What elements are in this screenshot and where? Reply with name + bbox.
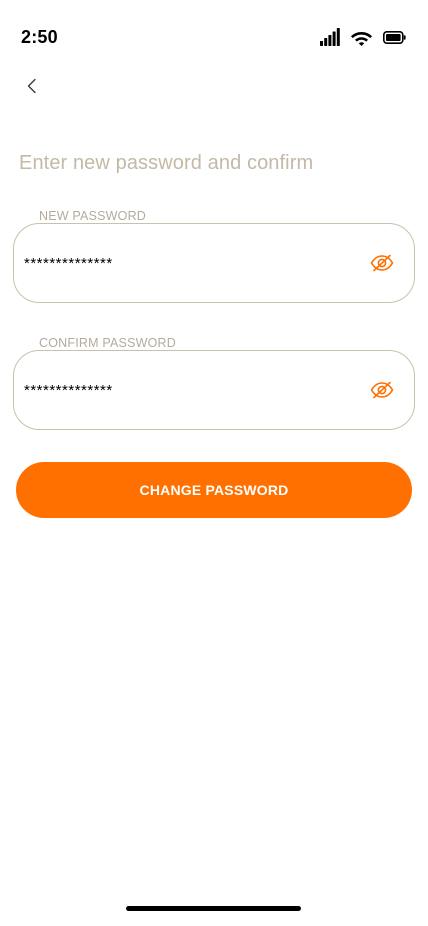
new-password-field — [13, 223, 415, 303]
battery-icon — [383, 30, 406, 44]
new-password-label: NEW PASSWORD — [39, 209, 147, 223]
back-button[interactable] — [18, 74, 46, 102]
status-time: 2:50 — [21, 27, 58, 47]
change-password-screen: 2:50 Enter new password and confirm NEW … — [0, 0, 428, 926]
new-password-input[interactable] — [24, 224, 344, 302]
chevron-left-icon — [26, 78, 38, 99]
home-indicator — [126, 906, 301, 911]
wifi-icon — [350, 29, 373, 46]
eye-off-icon[interactable] — [370, 379, 394, 401]
status-icons — [320, 28, 406, 46]
cellular-signal-icon — [320, 28, 340, 46]
confirm-password-field — [13, 350, 415, 430]
change-password-button[interactable]: CHANGE PASSWORD — [16, 462, 412, 518]
confirm-password-label: CONFIRM PASSWORD — [39, 336, 176, 350]
confirm-password-input[interactable] — [24, 351, 344, 429]
eye-off-icon[interactable] — [370, 252, 394, 274]
instruction-text: Enter new password and confirm — [19, 152, 314, 174]
